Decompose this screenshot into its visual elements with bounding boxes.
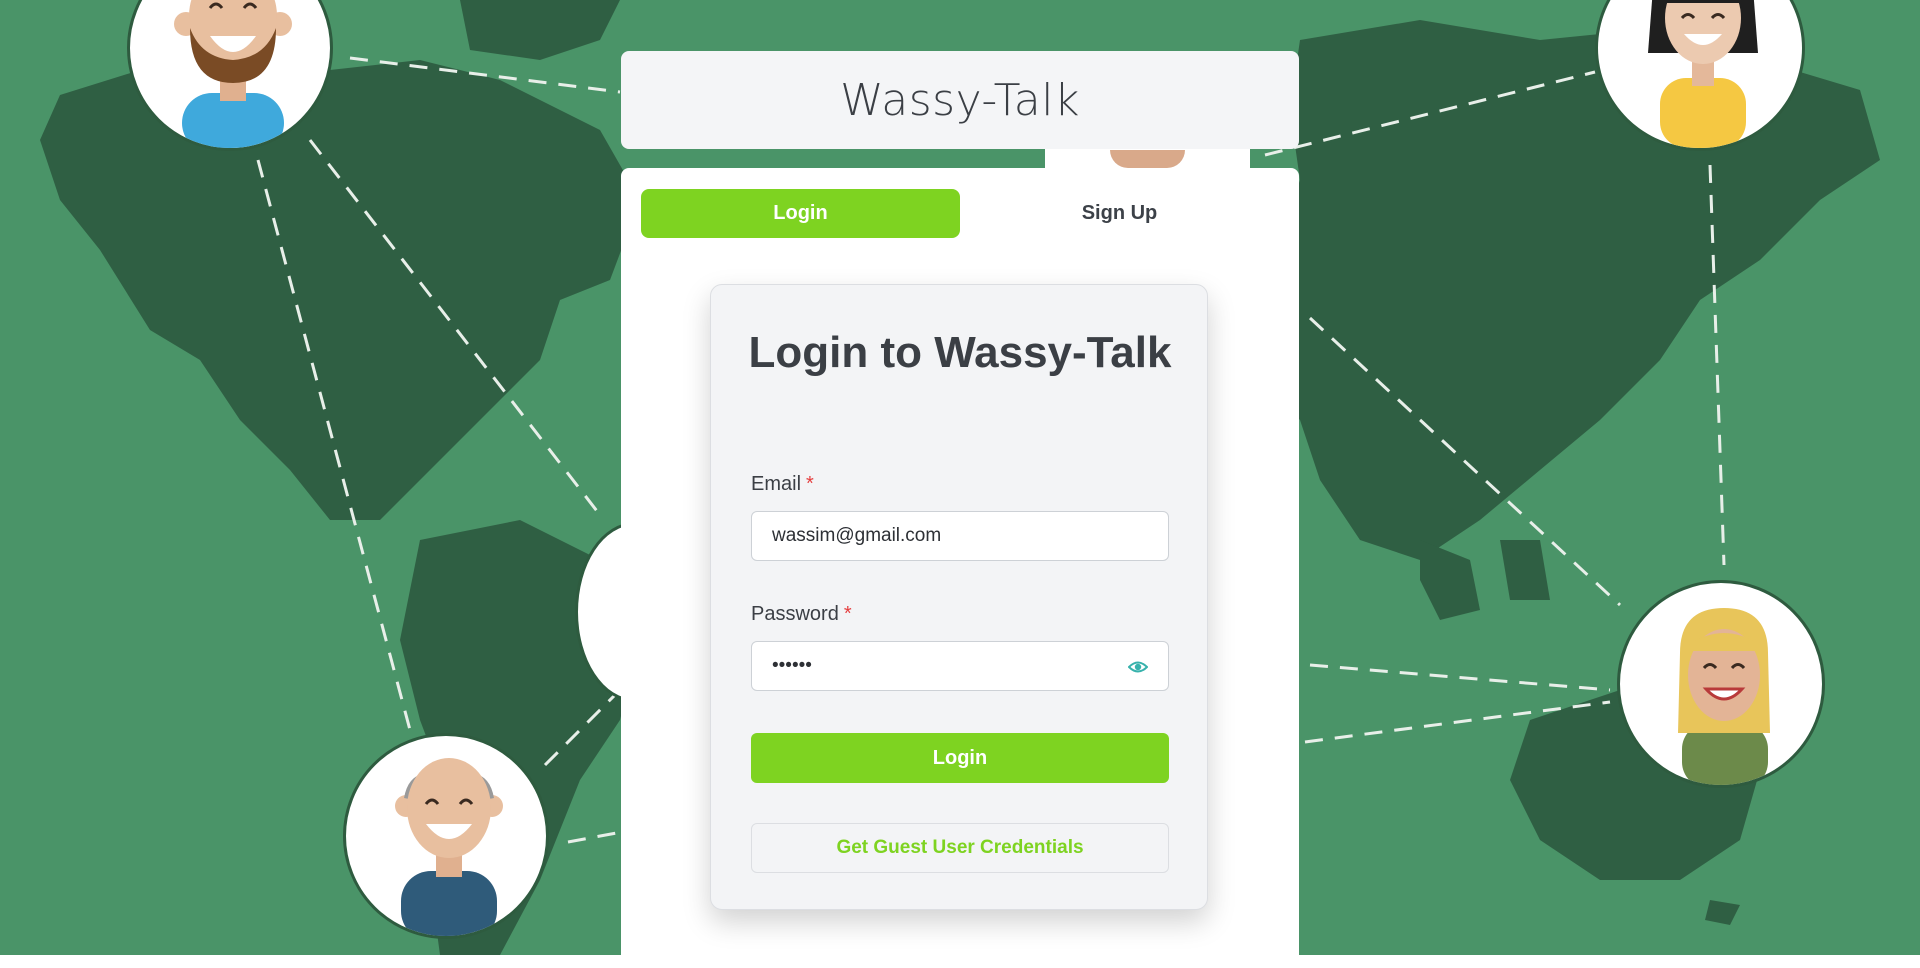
auth-tabs: Login Sign Up	[641, 189, 1279, 238]
avatar-old-man	[343, 733, 549, 939]
login-card: Login to Wassy-Talk Email * wassim@gmail.…	[710, 284, 1208, 910]
eye-icon[interactable]	[1127, 657, 1149, 677]
app-title-card: Wassy-Talk	[621, 51, 1299, 149]
email-input[interactable]: wassim@gmail.com	[751, 511, 1169, 561]
password-label-row: Password *	[751, 603, 852, 626]
password-label: Password	[751, 603, 839, 625]
tab-login[interactable]: Login	[641, 189, 960, 238]
login-heading: Login to Wassy-Talk	[748, 328, 1172, 377]
password-required-mark: *	[843, 603, 852, 625]
avatar-woman-dark-hair	[1595, 0, 1805, 151]
password-input-value: ••••••	[772, 655, 812, 676]
avatar-bearded-man	[127, 0, 333, 151]
avatar-blonde-woman	[1617, 580, 1825, 788]
email-label: Email	[751, 473, 802, 495]
app-title: Wassy-Talk	[840, 74, 1080, 126]
guest-credentials-button[interactable]: Get Guest User Credentials	[751, 823, 1169, 873]
email-input-value: wassim@gmail.com	[772, 525, 942, 546]
password-input[interactable]: ••••••	[751, 641, 1169, 691]
email-required-mark: *	[806, 473, 814, 495]
tab-sign-up[interactable]: Sign Up	[960, 189, 1279, 238]
auth-panel: Login Sign Up Login to Wassy-Talk Email *…	[621, 168, 1299, 968]
email-label-row: Email *	[751, 473, 814, 496]
login-button[interactable]: Login	[751, 733, 1169, 783]
